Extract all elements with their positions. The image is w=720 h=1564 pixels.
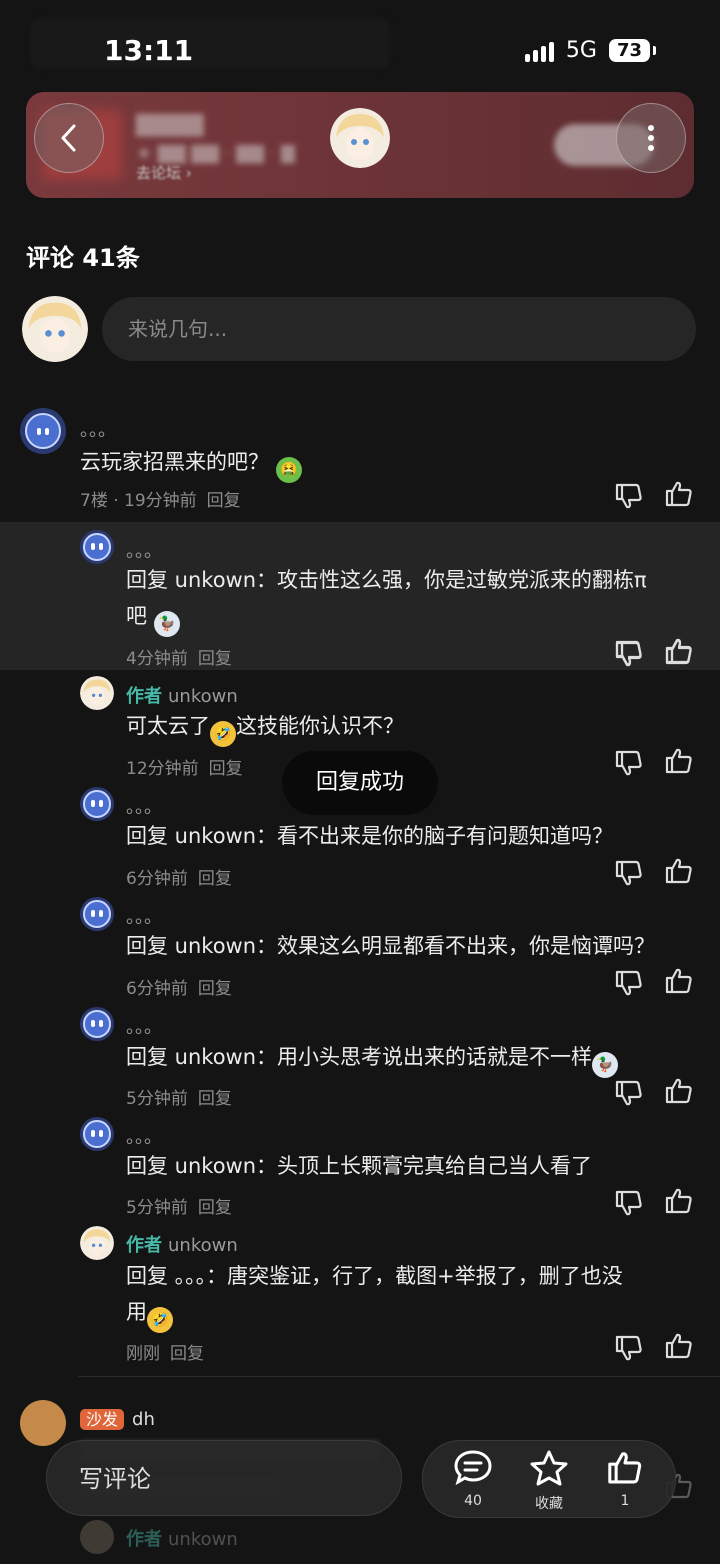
comment-count: 40 <box>464 1493 482 1509</box>
avatar[interactable] <box>80 1007 114 1041</box>
dislike-icon[interactable] <box>614 1078 644 1108</box>
dislike-icon[interactable] <box>614 968 644 998</box>
network-type: 5G <box>565 38 597 63</box>
comment-nickname[interactable]: 。。。 <box>126 903 162 929</box>
dislike-icon[interactable] <box>614 481 644 511</box>
reply-button[interactable]: 回复 <box>198 979 232 999</box>
battery-icon: 73 <box>608 39 657 62</box>
avatar[interactable] <box>20 1400 66 1446</box>
reply-button[interactable]: 回复 <box>198 1089 232 1109</box>
comment-meta: 7楼 · 19分钟前 回复 <box>80 491 241 511</box>
thumbs-up-icon <box>608 1452 642 1484</box>
comment-nickname[interactable]: 作者 unkown <box>126 682 238 708</box>
like-icon[interactable] <box>664 1186 694 1216</box>
like-icon[interactable] <box>664 966 694 996</box>
comment-nickname[interactable]: 沙发 dh <box>80 1406 155 1430</box>
divider <box>78 1376 720 1377</box>
dislike-icon[interactable] <box>614 639 644 669</box>
more-vertical-icon <box>648 125 654 151</box>
comment-nickname[interactable]: 。。。 <box>80 416 116 442</box>
comment-nickname[interactable]: 。。。 <box>126 1123 162 1149</box>
comment-text: 可太云了 🤣 这技能你认识不？ <box>126 708 404 747</box>
avatar[interactable] <box>80 897 114 931</box>
favorite-button[interactable]: 收藏 <box>519 1449 579 1513</box>
like-icon[interactable] <box>664 1076 694 1106</box>
my-avatar <box>22 296 88 362</box>
comment-text: 回复 unkown：攻击性这么强，你是过敏党派来的翻栋π 吧 🦆 <box>126 562 696 637</box>
like-icon[interactable] <box>664 856 694 886</box>
chevron-right-icon: › <box>185 164 192 182</box>
duck-emoji-icon: 🦆 <box>153 611 180 637</box>
like-icon[interactable] <box>664 479 694 509</box>
reply-button[interactable]: 回复 <box>198 1198 232 1218</box>
reply-button[interactable]: 回复 <box>207 491 241 511</box>
comment-text: 回复 unkown：看不出来是你的脑子有问题知道吗？ <box>126 824 614 848</box>
write-comment-button[interactable]: 写评论 <box>46 1440 402 1516</box>
comment-text: 回复 unkown：效果这么明显都看不出来，你是恼谭吗？ <box>126 934 656 958</box>
more-options-button[interactable] <box>616 103 686 173</box>
favorite-label: 收藏 <box>535 1496 563 1512</box>
comments-button[interactable]: 40 <box>443 1449 503 1509</box>
status-indicators: 5G 73 <box>524 38 657 63</box>
comment-nickname[interactable]: 作者 unkown <box>126 1231 238 1257</box>
comment-meta: 6分钟前 回复 <box>126 979 232 999</box>
like-button[interactable]: 1 <box>595 1449 655 1509</box>
forum-link[interactable]: 去论坛 › <box>136 162 192 183</box>
author-badge: 作者 <box>126 686 162 707</box>
dislike-icon[interactable] <box>614 858 644 888</box>
comment-nickname[interactable]: 作者 unkown <box>126 1525 238 1551</box>
comment-meta: 4分钟前 回复 <box>126 649 232 669</box>
dislike-icon[interactable] <box>614 1333 644 1363</box>
reply-button[interactable]: 回复 <box>198 869 232 889</box>
author-avatar[interactable] <box>80 676 114 710</box>
signal-icon <box>524 40 554 62</box>
avatar[interactable] <box>80 787 114 821</box>
comment-meta: 刚刚 回复 <box>126 1344 204 1364</box>
rofl-emoji-icon: 🤣 <box>147 1307 173 1333</box>
blurred-search-bar <box>30 18 390 68</box>
comment-nickname[interactable]: 。。。 <box>126 1013 162 1039</box>
like-icon[interactable] <box>664 637 694 667</box>
toast-message: 回复成功 <box>282 751 438 815</box>
comment-bubble-icon <box>454 1450 492 1486</box>
comment-meta: 5分钟前 回复 <box>126 1198 232 1218</box>
comment-meta: 12分钟前 回复 <box>126 759 243 779</box>
sofa-badge: 沙发 <box>80 1409 125 1430</box>
author-avatar[interactable] <box>80 1520 114 1554</box>
comment-nickname[interactable]: 。。。 <box>126 537 162 563</box>
comment-text: 回复 。。。：唐突鉴证，行了，截图+举报了，删了也没 用 🤣 <box>126 1258 696 1333</box>
dislike-icon[interactable] <box>614 1188 644 1218</box>
comment-text: 回复 unkown：头顶上长颗膏完真给自己当人看了 <box>126 1154 593 1178</box>
comment-nickname[interactable]: 。。。 <box>126 793 162 819</box>
comment-input[interactable]: 来说几句... <box>102 297 696 361</box>
author-avatar[interactable] <box>80 1226 114 1260</box>
avatar[interactable] <box>20 408 66 454</box>
reply-button[interactable]: 回复 <box>209 759 243 779</box>
comment-text: 云玩家招黑来的吧？ 🤮 <box>80 444 302 483</box>
like-count: 1 <box>620 1493 630 1509</box>
like-icon[interactable] <box>664 1331 694 1361</box>
comment-meta: 5分钟前 回复 <box>126 1089 232 1109</box>
dislike-icon[interactable] <box>614 748 644 778</box>
vomit-emoji-icon: 🤮 <box>275 457 302 483</box>
status-time: 13:11 <box>104 34 194 67</box>
star-icon <box>530 1450 568 1486</box>
reply-button[interactable]: 回复 <box>170 1344 204 1364</box>
avatar[interactable] <box>80 1117 114 1151</box>
author-badge: 作者 <box>126 1235 162 1256</box>
comment-meta: 6分钟前 回复 <box>126 869 232 889</box>
author-avatar[interactable] <box>330 108 390 168</box>
bottom-action-bar: 40 收藏 1 <box>422 1440 676 1518</box>
back-button[interactable] <box>34 103 104 173</box>
rofl-emoji-icon: 🤣 <box>210 721 236 747</box>
reply-button[interactable]: 回复 <box>198 649 232 669</box>
comments-count-title: 评论 41条 <box>26 244 140 272</box>
avatar[interactable] <box>80 530 114 564</box>
comment-text: 回复 unkown：用小头思考说出来的话就是不一样 🦆 <box>126 1039 619 1078</box>
like-icon[interactable] <box>664 746 694 776</box>
duck-emoji-icon: 🦆 <box>592 1052 619 1078</box>
chevron-left-icon <box>61 124 76 152</box>
